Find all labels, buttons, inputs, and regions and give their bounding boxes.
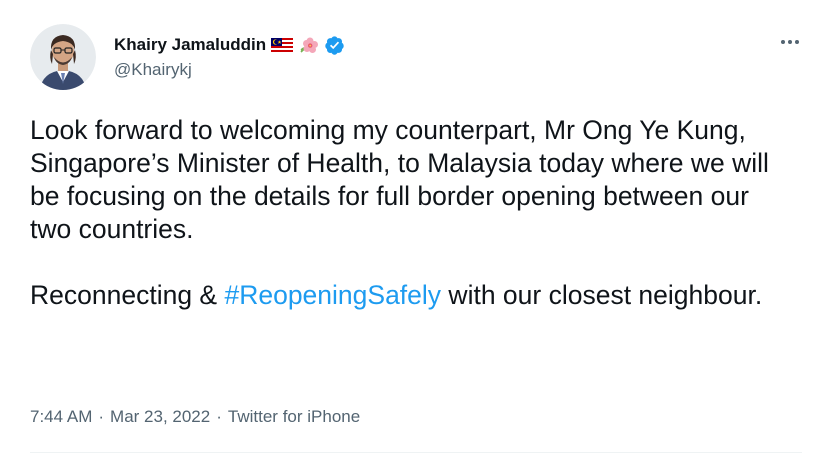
more-options-button[interactable] <box>778 32 802 52</box>
avatar[interactable] <box>30 24 96 90</box>
tweet-card: Khairy Jamaluddin @Khairykj Look forward… <box>0 0 828 456</box>
tweet-text: Look forward to welcoming my counterpart… <box>30 114 790 312</box>
meta-separator-2: · <box>216 407 222 426</box>
tweet-source[interactable]: Twitter for iPhone <box>228 407 360 427</box>
tweet-date[interactable]: Mar 23, 2022 <box>110 407 210 427</box>
author-handle[interactable]: @Khairykj <box>114 60 345 80</box>
tweet-paragraph-2: Reconnecting & #ReopeningSafely with our… <box>30 279 790 312</box>
tweet-paragraph-2-tail: with our closest neighbour. <box>441 280 763 310</box>
tweet-time[interactable]: 7:44 AM <box>30 407 92 427</box>
tweet-paragraph-1: Look forward to welcoming my counterpart… <box>30 115 769 244</box>
verified-badge-icon <box>325 35 344 55</box>
name-row: Khairy Jamaluddin <box>114 34 345 56</box>
malaysia-flag-icon <box>271 38 294 52</box>
divider <box>30 452 802 453</box>
hashtag-link[interactable]: #ReopeningSafely <box>224 280 441 310</box>
meta-separator-1: · <box>98 407 105 426</box>
author-info: Khairy Jamaluddin @Khairykj <box>114 34 345 80</box>
tweet-paragraph-2-lead: Reconnecting & <box>30 280 225 310</box>
ellipsis-icon <box>781 40 799 44</box>
hibiscus-icon <box>300 37 319 53</box>
tweet-metadata: 7:44 AM · Mar 23, 2022 · Twitter for iPh… <box>30 407 360 427</box>
author-display-name[interactable]: Khairy Jamaluddin <box>114 35 266 55</box>
tweet-header: Khairy Jamaluddin @Khairykj <box>30 24 345 94</box>
